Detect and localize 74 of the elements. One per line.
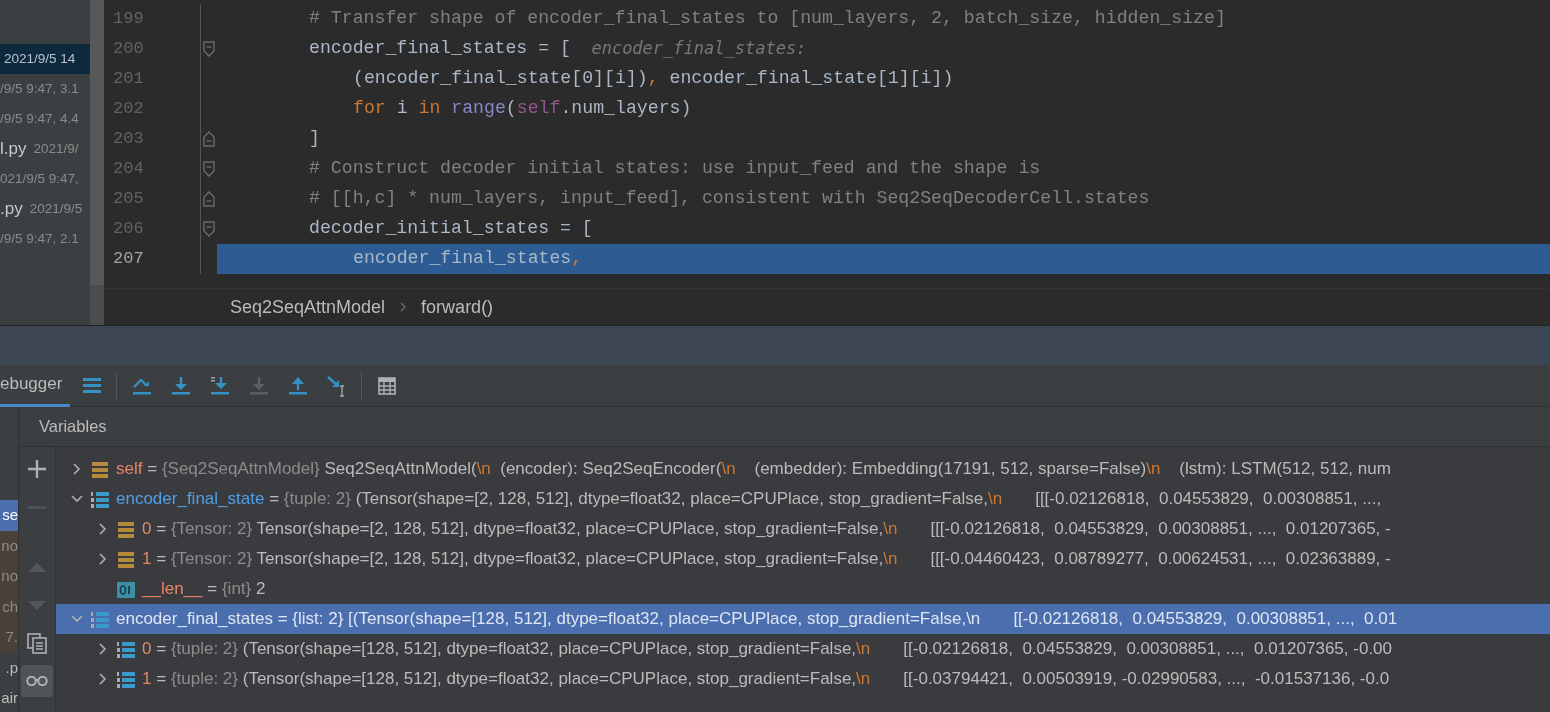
variable-text: 0 = {Tensor: 2} Tensor(shape=[2, 128, 512], dtype=float32, place=CPUPlace, stop_gradient=False,\n [[[-0.02126818, 0.04553829, 0.00308851, ..., 0.01207365, -	[142, 518, 1391, 541]
code-line: decoder_initial_states = [	[308, 217, 594, 241]
variable-text: __len__ = {int} 2	[142, 578, 266, 601]
code-line: ]	[308, 127, 321, 151]
code-line: encoder_final_states = [ encoder_final_states:	[308, 37, 808, 61]
frame-item[interactable]: ch	[0, 591, 18, 622]
variable-text: encoder_final_state = {tuple: 2} (Tensor(shape=[2, 128, 512], dtype=float32, place=CPUPlace, stop_gradient=False,\n [[[-0.02126818, 0.04553829, 0.00308851, ...,	[116, 488, 1382, 511]
fold-icon	[203, 161, 215, 177]
step-into-icon[interactable]	[208, 374, 231, 397]
code-line: for i in range(self.num_layers)	[352, 97, 693, 121]
variable-text: self = {Seq2SeqAttnModel} Seq2SeqAttnModel(\n (encoder): Seq2SeqEncoder(\n (embedder): Embedding(17191, 512, sparse=False)\n (lstm): LSTM(512, 512, num	[116, 458, 1391, 481]
file-item[interactable]: /9/5 9:47, 2.1	[0, 224, 90, 254]
list-icon	[90, 609, 110, 630]
file-item[interactable]: 2021/9/5 14	[0, 44, 90, 74]
variable-row[interactable]: 0 = {tuple: 2} (Tensor(shape=[128, 512], dtype=float32, place=CPUPlace, stop_gradient=False,\n [[-0.02126818, 0.04553829, 0.00308851, ..., 0.01207365, -0.00	[56, 634, 1550, 664]
plus-icon	[28, 460, 46, 478]
line-number: 200	[113, 39, 144, 59]
line-number: 201	[113, 69, 144, 89]
down-arrow-icon	[28, 600, 46, 610]
step-into-icon[interactable]	[169, 374, 192, 397]
glasses-icon	[26, 676, 48, 686]
code-line: # [[h,c] * num_layers, input_feed], consistent with Seq2SeqDecoderCell.states	[308, 187, 1151, 211]
line-number: 205	[113, 189, 144, 209]
line-number: 207	[113, 249, 144, 269]
fold-icon	[203, 41, 215, 57]
scrollbar[interactable]	[90, 0, 104, 285]
object-icon	[116, 519, 136, 540]
object-icon	[116, 549, 136, 570]
frame-item[interactable]: se	[0, 500, 18, 531]
code-line: # Construct decoder initial states: use input_feed and the shape is	[308, 157, 1042, 181]
object-icon	[90, 459, 110, 480]
list-icon	[116, 639, 136, 660]
frame-item[interactable]: air	[0, 683, 18, 712]
chevron-icon	[399, 300, 408, 314]
line-number: 199	[113, 9, 144, 29]
fold-icon	[203, 131, 215, 147]
breadcrumb[interactable]: Seq2SeqAttnModel	[230, 293, 386, 321]
frame-item[interactable]: no	[0, 561, 18, 592]
list-icon	[90, 489, 110, 510]
variable-text: encoder_final_states = {list: 2} [(Tensor(shape=[128, 512], dtype=float32, place=CPUPlace, stop_gradient=False,\n [[-0.02126818, 0.04553829, 0.00308851, ..., 0.01	[116, 608, 1398, 631]
variable-row[interactable]: self = {Seq2SeqAttnModel} Seq2SeqAttnModel(\n (encoder): Seq2SeqEncoder(\n (embedder): Embedding(17191, 512, sparse=False)\n (lstm): LSTM(512, 512, num	[56, 454, 1550, 484]
code-line: # Transfer shape of encoder_final_states to [num_layers, 2, batch_size, hidden_size]	[308, 7, 1227, 31]
fold-icon	[203, 221, 215, 237]
number-icon	[116, 579, 136, 600]
code-line: (encoder_final_state[0][i]), encoder_final_state[1][i])	[352, 67, 955, 91]
fold-icon	[203, 191, 215, 207]
variable-text: 0 = {tuple: 2} (Tensor(shape=[128, 512], dtype=float32, place=CPUPlace, stop_gradient=False,\n [[-0.02126818, 0.04553829, 0.00308851, ..., 0.01207365, -0.00	[142, 638, 1392, 661]
file-item[interactable]: 021/9/5 9:47,	[0, 164, 90, 194]
file-item[interactable]: /9/5 9:47, 4.4	[0, 104, 90, 134]
file-item[interactable]: /9/5 9:47, 3.1	[0, 74, 90, 104]
variable-row[interactable]: 1 = {tuple: 2} (Tensor(shape=[128, 512], dtype=float32, place=CPUPlace, stop_gradient=False,\n [[-0.03794421, 0.00503919, -0.02990583, ..., -0.01537136, -0.0	[56, 664, 1550, 694]
variable-row[interactable]: encoder_final_state = {tuple: 2} (Tensor(shape=[2, 128, 512], dtype=float32, place=CPUPlace, stop_gradient=False,\n [[[-0.02126818, 0.04553829, 0.00308851, ...,	[56, 484, 1550, 514]
file-item[interactable]: l.py 2021/9/	[0, 134, 90, 164]
calculator-icon[interactable]	[375, 374, 398, 397]
variable-row[interactable]: 0 = {Tensor: 2} Tensor(shape=[2, 128, 512], dtype=float32, place=CPUPlace, stop_gradient=False,\n [[[-0.02126818, 0.04553829, 0.00308851, ..., 0.01207365, -	[56, 514, 1550, 544]
line-number: 204	[113, 159, 144, 179]
frame-item[interactable]: no	[0, 530, 18, 561]
file-item[interactable]: .py 2021/9/5	[0, 194, 90, 224]
up-arrow-icon	[28, 562, 46, 572]
panel-title: Variables	[39, 416, 107, 438]
frame-item[interactable]: 7.	[0, 622, 18, 653]
copy-icon	[27, 632, 47, 654]
frame-item[interactable]: .p	[0, 652, 18, 683]
variable-row[interactable]: encoder_final_states = {list: 2} [(Tensor(shape=[128, 512], dtype=float32, place=CPUPlace, stop_gradient=False,\n [[-0.02126818, 0.04553829, 0.00308851, ..., 0.01	[56, 604, 1550, 634]
breadcrumb[interactable]: forward()	[421, 293, 494, 321]
line-number: 206	[113, 219, 144, 239]
list-icon	[116, 669, 136, 690]
variable-row[interactable]: __len__ = {int} 2	[56, 574, 1550, 604]
line-number: 203	[113, 129, 144, 149]
line-number: 202	[113, 99, 144, 119]
variable-text: 1 = {tuple: 2} (Tensor(shape=[128, 512], dtype=float32, place=CPUPlace, stop_gradient=False,\n [[-0.03794421, 0.00503919, -0.02990583, ..., -0.01537136, -0.0	[142, 668, 1390, 691]
variable-text: 1 = {Tensor: 2} Tensor(shape=[2, 128, 512], dtype=float32, place=CPUPlace, stop_gradient=False,\n [[[-0.04460423, 0.08789277, 0.00624531, ..., 0.02363889, -	[142, 548, 1391, 571]
variable-row[interactable]: 1 = {Tensor: 2} Tensor(shape=[2, 128, 512], dtype=float32, place=CPUPlace, stop_gradient=False,\n [[[-0.04460423, 0.08789277, 0.00624531, ..., 0.02363889, -	[56, 544, 1550, 574]
tool-button[interactable]	[21, 665, 53, 697]
